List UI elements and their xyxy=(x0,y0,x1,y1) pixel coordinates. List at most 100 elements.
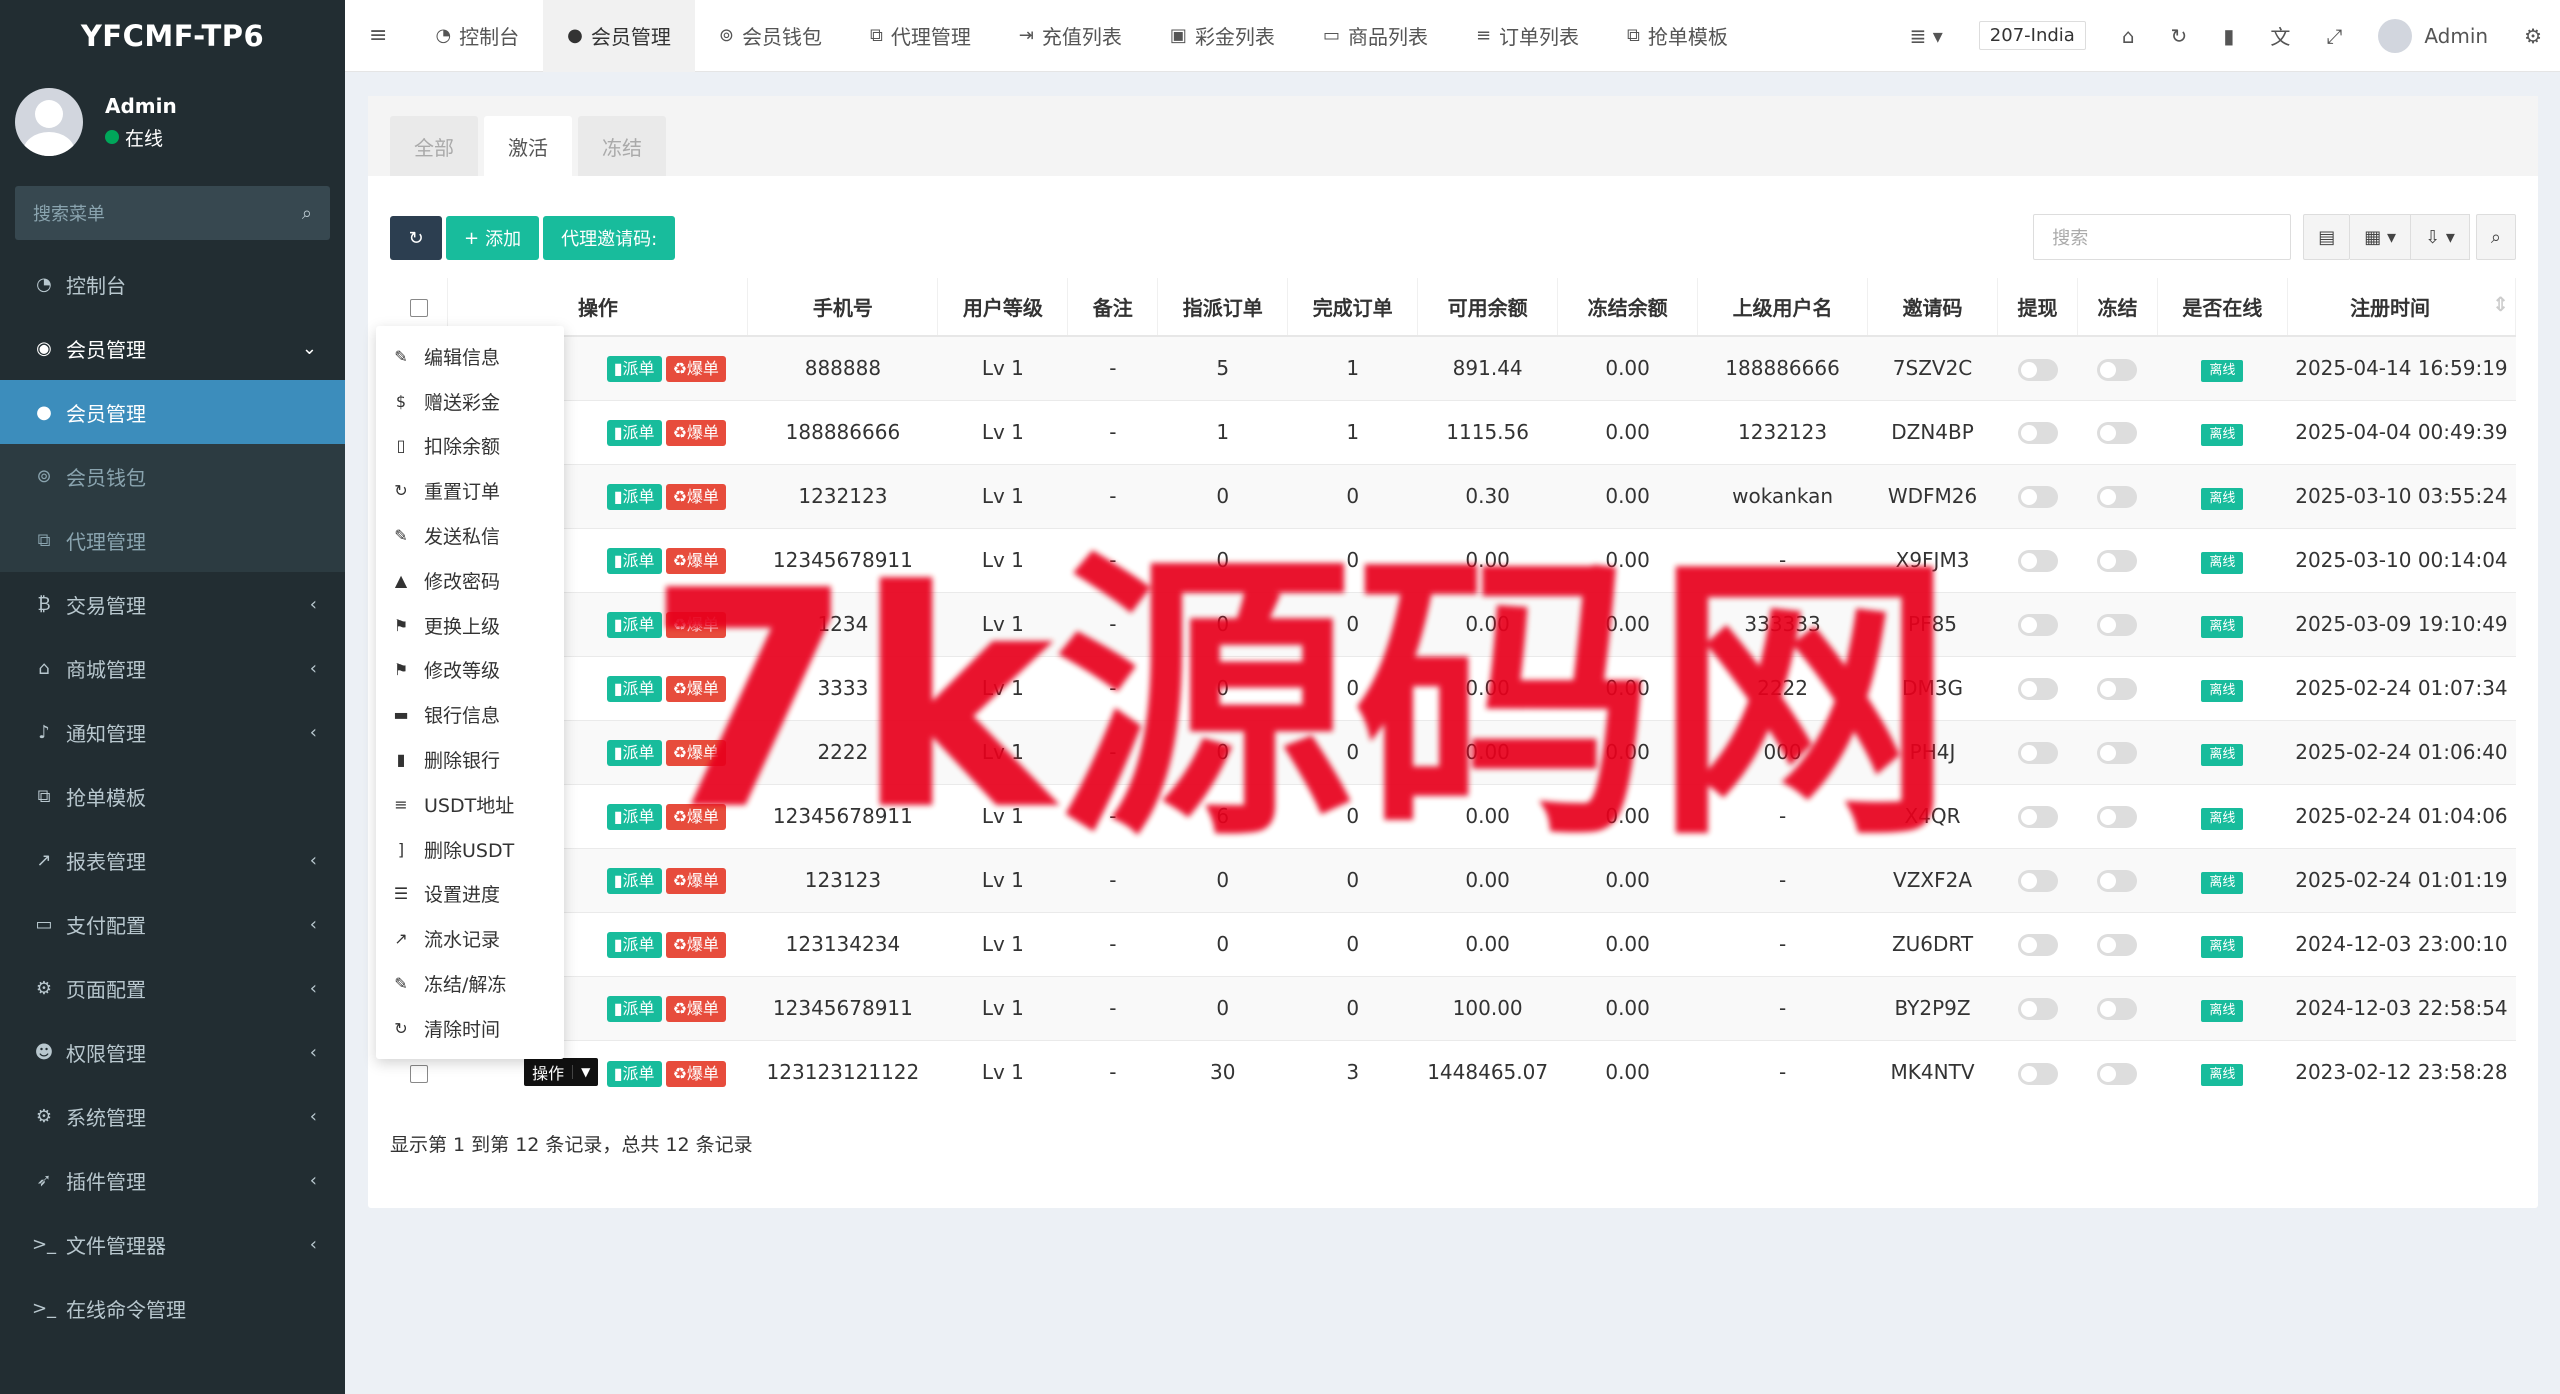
burst-button[interactable]: ♻爆单 xyxy=(665,483,726,510)
columns-icon[interactable]: ▦ ▾ xyxy=(2350,214,2412,260)
burst-button[interactable]: ♻爆单 xyxy=(665,931,726,958)
sidebar-item-14[interactable]: ➶ 插件管理 ‹ xyxy=(0,1148,345,1212)
withdraw-toggle[interactable] xyxy=(2017,358,2058,381)
table-search-input[interactable]: 搜索 xyxy=(2033,214,2292,260)
sidebar-item-16[interactable]: >_ 在线命令管理 xyxy=(0,1276,345,1340)
menu-toggle-icon[interactable]: ≡ xyxy=(345,0,411,72)
refresh-button[interactable]: ↻ xyxy=(390,216,442,260)
burst-button[interactable]: ♻爆单 xyxy=(665,995,726,1022)
freeze-toggle[interactable] xyxy=(2097,614,2138,637)
dropdown-item-3[interactable]: ↻ 重置订单 xyxy=(376,468,564,513)
sidebar-item-5[interactable]: ₿ 交易管理 ‹ xyxy=(0,572,345,636)
freeze-toggle[interactable] xyxy=(2097,806,2138,829)
dropdown-item-9[interactable]: ▮ 删除银行 xyxy=(376,737,564,782)
fullscreen-icon[interactable]: ⤢ xyxy=(2308,0,2360,72)
sidebar-item-10[interactable]: ▭ 支付配置 ‹ xyxy=(0,892,345,956)
withdraw-toggle[interactable] xyxy=(2017,614,2058,637)
status-tab-2[interactable]: 冻结 xyxy=(578,116,666,176)
refresh-icon[interactable]: ↻ xyxy=(2153,0,2206,72)
burst-button[interactable]: ♻爆单 xyxy=(665,355,726,382)
sidebar-item-13[interactable]: ⚙ 系统管理 ‹ xyxy=(0,1084,345,1148)
sidebar-item-12[interactable]: ☻ 权限管理 ‹ xyxy=(0,1020,345,1084)
sort-icon[interactable]: ⇕ xyxy=(2492,292,2509,316)
freeze-toggle[interactable] xyxy=(2097,678,2138,701)
withdraw-toggle[interactable] xyxy=(2017,870,2058,893)
top-tab-0[interactable]: ◔ 控制台 xyxy=(411,0,543,72)
withdraw-toggle[interactable] xyxy=(2017,422,2058,445)
country-badge[interactable]: 207-India xyxy=(1978,21,2086,50)
top-tab-4[interactable]: ⇥ 充值列表 xyxy=(995,0,1146,72)
burst-button[interactable]: ♻爆单 xyxy=(665,419,726,446)
dispatch-button[interactable]: ▮派单 xyxy=(606,1060,662,1087)
sidebar-item-9[interactable]: ↗ 报表管理 ‹ xyxy=(0,828,345,892)
search-icon[interactable]: ⌕ xyxy=(302,203,312,224)
dropdown-item-1[interactable]: $ 赠送彩金 xyxy=(376,379,564,424)
admin-menu[interactable]: Admin xyxy=(2360,0,2506,72)
dropdown-item-13[interactable]: ↗ 流水记录 xyxy=(376,916,564,961)
dropdown-item-6[interactable]: ⚑ 更换上级 xyxy=(376,603,564,648)
freeze-toggle[interactable] xyxy=(2097,1062,2138,1085)
add-button[interactable]: + 添加 xyxy=(446,216,540,260)
sidebar-item-2[interactable]: ● 会员管理 xyxy=(0,380,345,444)
trash-icon[interactable]: ▮ xyxy=(2205,0,2252,72)
freeze-toggle[interactable] xyxy=(2097,358,2138,381)
home-icon[interactable]: ⌂ xyxy=(2104,0,2153,72)
freeze-toggle[interactable] xyxy=(2097,998,2138,1021)
dispatch-button[interactable]: ▮派单 xyxy=(606,995,662,1022)
tab-list-dropdown-icon[interactable]: ≣ ▾ xyxy=(1892,0,1961,72)
top-tab-6[interactable]: ▭ 商品列表 xyxy=(1299,0,1452,72)
dropdown-item-12[interactable]: ☰ 设置进度 xyxy=(376,872,564,917)
withdraw-toggle[interactable] xyxy=(2017,806,2058,829)
toggle-view-icon[interactable]: ▤ xyxy=(2303,214,2351,260)
sidebar-item-3[interactable]: ⊚ 会员钱包 xyxy=(0,444,345,508)
top-tab-1[interactable]: ● 会员管理 xyxy=(543,0,695,72)
freeze-toggle[interactable] xyxy=(2097,870,2138,893)
sidebar-item-6[interactable]: ⌂ 商城管理 ‹ xyxy=(0,636,345,700)
dropdown-item-2[interactable]: ▯ 扣除余额 xyxy=(376,424,564,469)
withdraw-toggle[interactable] xyxy=(2017,550,2058,573)
select-all-checkbox[interactable] xyxy=(409,299,428,317)
freeze-toggle[interactable] xyxy=(2097,550,2138,573)
sidebar-item-15[interactable]: >_ 文件管理器 ‹ xyxy=(0,1212,345,1276)
sidebar-search-input[interactable]: 搜索菜单 ⌕ xyxy=(15,186,330,240)
dispatch-button[interactable]: ▮派单 xyxy=(606,483,662,510)
dropdown-item-5[interactable]: ▲ 修改密码 xyxy=(376,558,564,603)
brand-logo[interactable]: YFCMF-TP6 xyxy=(0,0,345,72)
top-tab-7[interactable]: ≡ 订单列表 xyxy=(1452,0,1603,72)
burst-button[interactable]: ♻爆单 xyxy=(665,1060,726,1087)
invite-code-button[interactable]: 代理邀请码: xyxy=(543,216,676,260)
settings-gear-icon[interactable]: ⚙ xyxy=(2506,0,2560,72)
operation-dropdown-button[interactable]: 操作 ▼ xyxy=(524,1057,599,1086)
export-icon[interactable]: ⇩ ▾ xyxy=(2411,214,2470,260)
sidebar-item-7[interactable]: ♪ 通知管理 ‹ xyxy=(0,700,345,764)
dispatch-button[interactable]: ▮派单 xyxy=(606,931,662,958)
dropdown-item-7[interactable]: ⚑ 修改等级 xyxy=(376,648,564,693)
top-tab-5[interactable]: ▣ 彩金列表 xyxy=(1146,0,1299,72)
dropdown-item-14[interactable]: ✎ 冻结/解冻 xyxy=(376,961,564,1006)
sidebar-item-4[interactable]: ⧉ 代理管理 xyxy=(0,508,345,572)
top-tab-8[interactable]: ⧉ 抢单模板 xyxy=(1603,0,1752,72)
dropdown-item-11[interactable]: ] 删除USDT xyxy=(376,827,564,872)
dropdown-item-0[interactable]: ✎ 编辑信息 xyxy=(376,334,564,379)
advanced-search-icon[interactable]: ⌕ xyxy=(2475,214,2516,260)
withdraw-toggle[interactable] xyxy=(2017,1062,2058,1085)
withdraw-toggle[interactable] xyxy=(2017,934,2058,957)
dropdown-item-8[interactable]: ▬ 银行信息 xyxy=(376,692,564,737)
freeze-toggle[interactable] xyxy=(2097,486,2138,509)
withdraw-toggle[interactable] xyxy=(2017,998,2058,1021)
withdraw-toggle[interactable] xyxy=(2017,486,2058,509)
dispatch-button[interactable]: ▮派单 xyxy=(606,419,662,446)
freeze-toggle[interactable] xyxy=(2097,742,2138,765)
withdraw-toggle[interactable] xyxy=(2017,678,2058,701)
top-tab-2[interactable]: ⊚ 会员钱包 xyxy=(695,0,846,72)
sidebar-item-8[interactable]: ⧉ 抢单模板 xyxy=(0,764,345,828)
row-checkbox[interactable] xyxy=(409,1064,428,1083)
dropdown-item-4[interactable]: ✎ 发送私信 xyxy=(376,513,564,558)
sidebar-item-11[interactable]: ⚙ 页面配置 ‹ xyxy=(0,956,345,1020)
status-tab-1[interactable]: 激活 xyxy=(484,116,572,176)
top-tab-3[interactable]: ⧉ 代理管理 xyxy=(846,0,995,72)
withdraw-toggle[interactable] xyxy=(2017,742,2058,765)
translate-icon[interactable]: 文 xyxy=(2252,0,2308,72)
freeze-toggle[interactable] xyxy=(2097,934,2138,957)
freeze-toggle[interactable] xyxy=(2097,422,2138,445)
